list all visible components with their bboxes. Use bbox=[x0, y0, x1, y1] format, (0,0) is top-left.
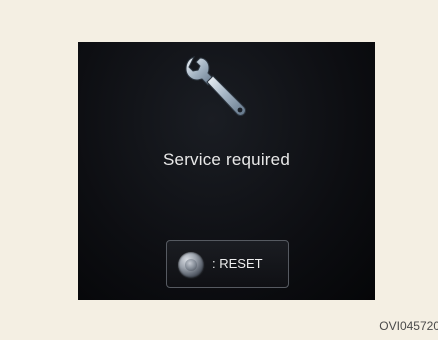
reset-label: : RESET bbox=[212, 256, 263, 271]
reset-button[interactable]: : RESET bbox=[166, 240, 289, 288]
wrench-icon bbox=[185, 56, 246, 116]
figure-code: OVI045720 bbox=[379, 319, 438, 333]
knob-icon[interactable] bbox=[178, 252, 204, 278]
cluster-display: Service required : RESET bbox=[78, 42, 375, 300]
service-required-message: Service required bbox=[163, 150, 290, 169]
